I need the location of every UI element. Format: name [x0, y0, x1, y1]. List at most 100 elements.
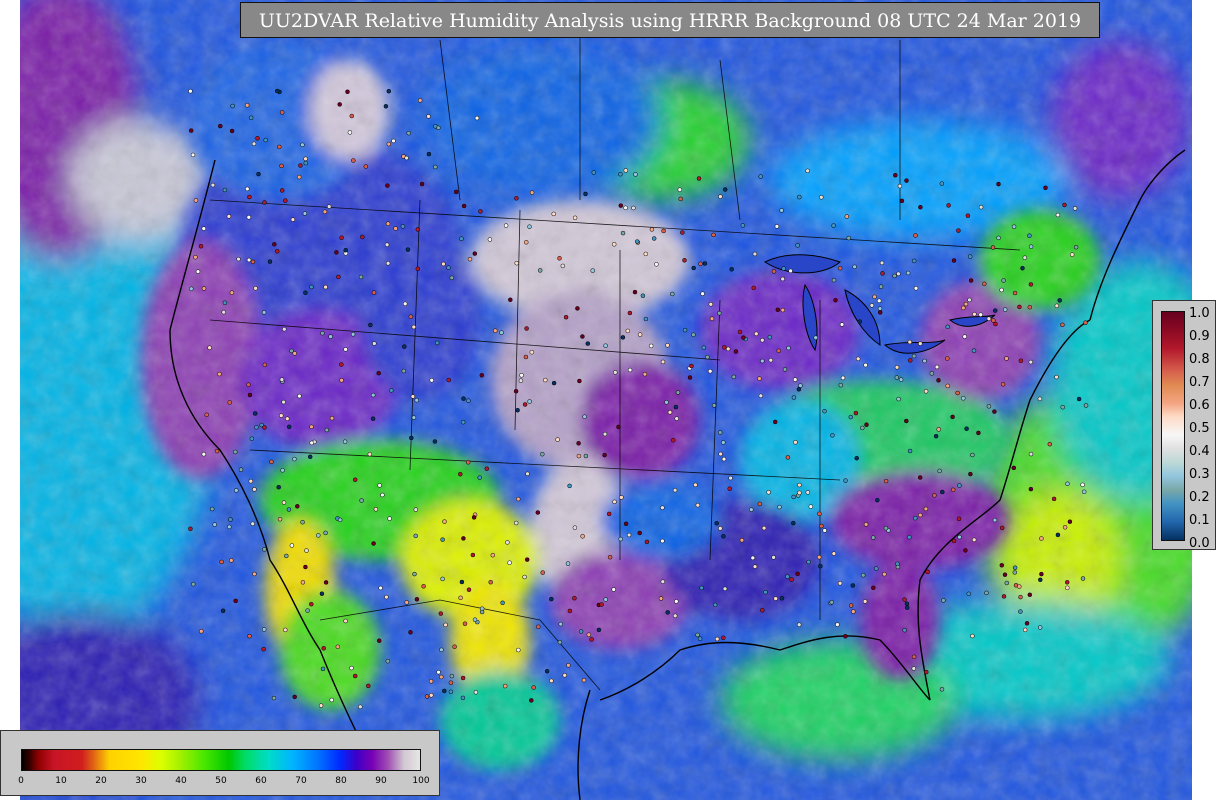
station-marker — [578, 629, 584, 634]
station-marker — [460, 695, 466, 701]
station-marker — [775, 307, 781, 313]
station-marker — [303, 160, 309, 166]
station-marker — [925, 569, 930, 575]
station-marker — [404, 600, 409, 605]
station-marker — [674, 416, 679, 421]
station-marker — [529, 698, 534, 703]
station-marker — [797, 482, 802, 488]
station-marker — [603, 597, 608, 602]
station-marker — [961, 305, 966, 311]
station-marker — [244, 103, 250, 108]
station-marker — [502, 683, 508, 689]
right-tick: 0.8 — [1189, 352, 1210, 367]
right-tick: 0.9 — [1189, 329, 1210, 344]
station-marker — [1024, 621, 1030, 626]
station-marker — [731, 374, 737, 380]
station-marker — [329, 415, 335, 421]
map-canvas — [20, 0, 1192, 800]
station-marker — [537, 268, 543, 273]
station-marker — [565, 561, 571, 566]
station-marker — [1017, 584, 1022, 589]
station-marker — [413, 507, 419, 512]
station-marker — [453, 189, 459, 195]
station-marker — [956, 228, 961, 233]
station-marker — [577, 378, 582, 384]
station-marker — [384, 594, 389, 600]
station-marker — [728, 475, 733, 481]
station-marker — [771, 555, 776, 560]
station-marker — [950, 487, 956, 493]
station-marker — [718, 526, 723, 531]
station-marker — [682, 327, 688, 333]
station-marker — [611, 587, 616, 592]
station-marker — [895, 564, 901, 570]
bottom-tick: 0 — [18, 776, 24, 786]
station-marker — [918, 512, 923, 518]
station-marker — [1055, 532, 1061, 538]
station-marker — [432, 439, 438, 444]
station-marker — [279, 188, 285, 193]
station-marker — [877, 310, 883, 315]
station-marker — [222, 187, 228, 193]
station-marker — [567, 608, 573, 614]
station-marker — [616, 424, 621, 430]
station-marker — [295, 504, 300, 509]
station-marker — [963, 301, 969, 307]
station-marker — [488, 579, 493, 585]
station-marker — [466, 587, 472, 592]
station-marker — [217, 371, 222, 377]
station-marker — [766, 490, 771, 495]
station-marker — [907, 534, 912, 540]
humidity-map[interactable] — [20, 0, 1192, 800]
station-marker — [470, 552, 476, 558]
station-marker — [1001, 278, 1006, 283]
station-marker — [864, 422, 869, 427]
station-marker — [1020, 265, 1025, 271]
station-marker — [1067, 519, 1073, 524]
station-marker — [961, 396, 966, 401]
station-marker — [951, 538, 957, 544]
station-marker — [634, 239, 640, 244]
station-marker — [385, 658, 391, 664]
station-marker — [253, 286, 258, 291]
station-marker — [665, 610, 670, 615]
station-marker — [193, 254, 198, 260]
station-marker — [303, 156, 308, 162]
station-marker — [839, 322, 845, 327]
station-marker — [567, 483, 572, 489]
station-marker — [262, 362, 268, 368]
station-marker — [760, 358, 765, 364]
station-marker — [904, 601, 910, 606]
station-marker — [222, 300, 228, 306]
station-marker — [911, 666, 917, 671]
station-marker — [870, 535, 876, 540]
station-marker — [970, 452, 975, 458]
station-marker — [660, 505, 665, 510]
station-marker — [642, 371, 648, 377]
station-marker — [1022, 627, 1028, 633]
station-marker — [386, 141, 392, 147]
station-marker — [691, 265, 696, 271]
station-marker — [334, 250, 339, 255]
bottom-colorbar-strip — [21, 749, 421, 771]
station-marker — [831, 277, 837, 283]
station-marker — [358, 704, 363, 710]
station-marker — [319, 591, 325, 596]
station-marker — [722, 586, 728, 592]
station-marker — [439, 647, 444, 653]
station-marker — [1062, 202, 1067, 208]
station-marker — [281, 500, 287, 505]
station-marker — [896, 271, 901, 277]
station-marker — [272, 242, 277, 247]
station-marker — [671, 437, 676, 443]
station-marker — [1000, 382, 1006, 387]
station-marker — [739, 537, 745, 543]
station-marker — [188, 526, 193, 532]
station-marker — [408, 630, 413, 635]
station-marker — [999, 287, 1004, 293]
station-marker — [946, 203, 951, 208]
station-marker — [672, 487, 678, 493]
station-marker — [284, 553, 289, 559]
station-marker — [250, 521, 255, 527]
station-marker — [945, 356, 950, 361]
